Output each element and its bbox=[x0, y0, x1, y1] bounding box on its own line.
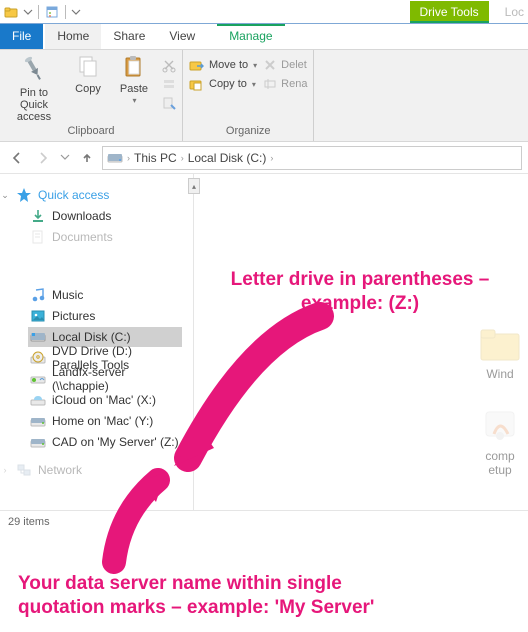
tab-home[interactable]: Home bbox=[45, 24, 101, 49]
quick-access-toolbar bbox=[4, 5, 80, 19]
star-icon bbox=[16, 187, 32, 203]
paste-label: Paste bbox=[120, 83, 148, 95]
folder-icon[interactable] bbox=[4, 5, 18, 19]
paste-button[interactable]: Paste ▾ bbox=[114, 54, 154, 106]
tab-share[interactable]: Share bbox=[101, 24, 157, 49]
pane-splitter[interactable]: ▴ bbox=[186, 174, 202, 510]
network-drive-icon bbox=[30, 371, 46, 387]
chevron-down-icon[interactable]: ⌄ bbox=[0, 190, 10, 201]
copy-label: Copy bbox=[75, 83, 101, 95]
clipboard-icon bbox=[121, 54, 147, 80]
move-to-button[interactable]: Move to▾ bbox=[189, 58, 257, 72]
group-label: Clipboard bbox=[6, 125, 176, 140]
breadcrumb[interactable]: › This PC › Local Disk (C:) › bbox=[102, 146, 522, 170]
content-pane[interactable]: Wind comp etup bbox=[202, 174, 528, 510]
nav-icloud[interactable]: iCloud on 'Mac' (X:) bbox=[28, 390, 182, 410]
tab-view[interactable]: View bbox=[157, 24, 207, 49]
scroll-up-icon[interactable]: ▴ bbox=[188, 178, 200, 194]
music-icon bbox=[30, 287, 46, 303]
network-drive-icon bbox=[30, 413, 46, 429]
annotation-text-server-name: Your data server name within single quot… bbox=[18, 572, 374, 620]
group-label: Organize bbox=[189, 125, 307, 140]
drive-icon bbox=[30, 329, 46, 345]
pictures-icon bbox=[30, 308, 46, 324]
setup-icon bbox=[478, 406, 522, 446]
nav-home-mac[interactable]: Home on 'Mac' (Y:) bbox=[28, 411, 182, 431]
pin-to-quick-access-button[interactable]: Pin to Quick access bbox=[6, 54, 62, 123]
status-bar: 29 items bbox=[0, 510, 528, 532]
properties-icon[interactable] bbox=[45, 5, 59, 19]
folder-arrow-icon bbox=[189, 58, 205, 72]
explorer-body: ⌄ Quick access Downloads Documents Music… bbox=[0, 174, 528, 510]
ribbon-group-organize: Move to▾ Copy to▾ Delet Rena Organize bbox=[183, 50, 314, 141]
recent-locations-button[interactable] bbox=[58, 147, 72, 169]
chevron-right-icon[interactable]: › bbox=[0, 465, 10, 475]
dvd-icon bbox=[30, 350, 46, 366]
nav-landfx-server[interactable]: Landfx-server (\\chappie) bbox=[28, 369, 182, 389]
folder-icon bbox=[478, 324, 522, 364]
chevron-down-icon[interactable] bbox=[24, 5, 32, 19]
nav-documents[interactable]: Documents bbox=[28, 227, 182, 247]
separator bbox=[65, 5, 66, 19]
cloud-drive-icon bbox=[30, 392, 46, 408]
nav-quick-access[interactable]: ⌄ Quick access bbox=[10, 185, 182, 205]
nav-pictures[interactable]: Pictures bbox=[28, 306, 182, 326]
nav-cad-my-server[interactable]: CAD on 'My Server' (Z:) bbox=[28, 432, 182, 452]
forward-button[interactable] bbox=[32, 147, 54, 169]
title-bar: Drive Tools Loc bbox=[0, 0, 528, 24]
content-item-windows[interactable]: Wind bbox=[478, 324, 522, 381]
documents-icon bbox=[30, 229, 46, 245]
copy-button[interactable]: Copy bbox=[68, 54, 108, 95]
delete-button[interactable]: Delet bbox=[263, 58, 307, 72]
copy-path-icon[interactable] bbox=[162, 77, 176, 91]
address-bar: › This PC › Local Disk (C:) › bbox=[0, 142, 528, 174]
ribbon-group-clipboard: Pin to Quick access Copy Paste ▾ bbox=[0, 50, 183, 141]
contextual-tab-label: Drive Tools bbox=[410, 1, 489, 23]
window-title: Loc bbox=[505, 5, 524, 19]
tab-file[interactable]: File bbox=[0, 24, 43, 49]
network-drive-icon bbox=[30, 434, 46, 450]
back-button[interactable] bbox=[6, 147, 28, 169]
breadcrumb-this-pc[interactable]: This PC › bbox=[134, 151, 184, 165]
chevron-down-icon[interactable] bbox=[72, 5, 80, 19]
tab-manage[interactable]: Manage bbox=[217, 24, 284, 49]
nav-downloads[interactable]: Downloads bbox=[28, 206, 182, 226]
pushpin-icon bbox=[19, 54, 49, 84]
ribbon-tabs: File Home Share View Manage bbox=[0, 24, 528, 50]
paste-shortcut-icon[interactable] bbox=[162, 96, 176, 110]
ribbon: Pin to Quick access Copy Paste ▾ bbox=[0, 50, 528, 142]
rename-button[interactable]: Rena bbox=[263, 77, 307, 91]
cut-icon[interactable] bbox=[162, 58, 176, 72]
drive-icon bbox=[107, 150, 123, 166]
item-count: 29 items bbox=[8, 516, 50, 528]
breadcrumb-local-disk[interactable]: Local Disk (C:) › bbox=[188, 151, 274, 165]
pin-label: Pin to Quick access bbox=[6, 87, 62, 123]
navigation-pane[interactable]: ⌄ Quick access Downloads Documents Music… bbox=[0, 174, 186, 510]
downloads-icon bbox=[30, 208, 46, 224]
chevron-down-icon: ▾ bbox=[132, 97, 136, 106]
copy-to-button[interactable]: Copy to▾ bbox=[189, 77, 257, 91]
nav-music[interactable]: Music bbox=[28, 285, 182, 305]
content-item-comp-setup[interactable]: comp etup bbox=[478, 406, 522, 477]
nav-network[interactable]: › Network bbox=[10, 460, 182, 480]
network-icon bbox=[16, 462, 32, 478]
separator bbox=[38, 5, 39, 19]
copy-icon bbox=[75, 54, 101, 80]
delete-icon bbox=[263, 58, 277, 72]
folder-copy-icon bbox=[189, 77, 205, 91]
up-button[interactable] bbox=[76, 147, 98, 169]
rename-icon bbox=[263, 77, 277, 91]
